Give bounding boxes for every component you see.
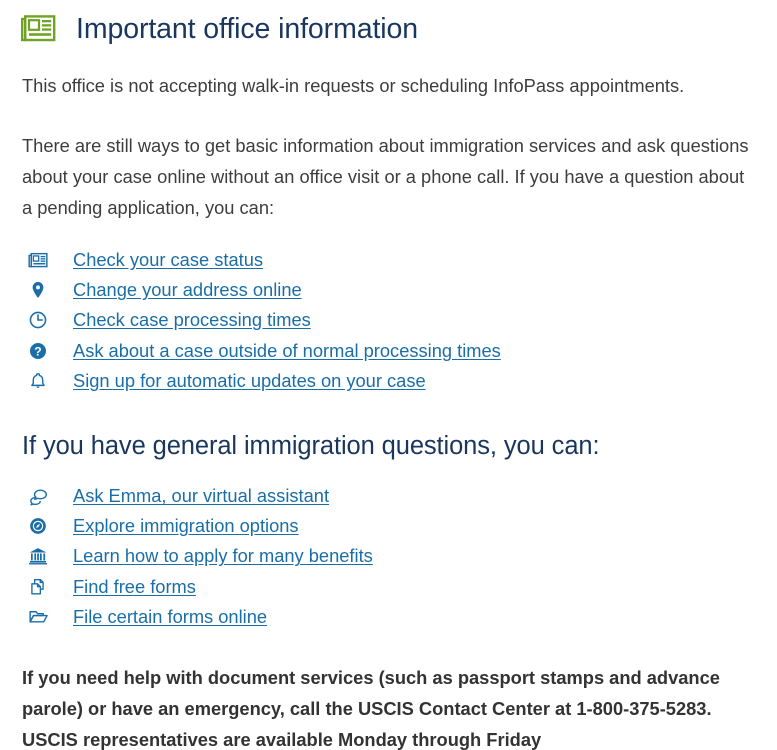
list-item[interactable]: Explore immigration options bbox=[0, 511, 777, 541]
link-ask-outside-processing-times[interactable]: Ask about a case outside of normal proce… bbox=[73, 339, 501, 363]
list-item[interactable]: Learn how to apply for many benefits bbox=[0, 541, 777, 571]
question-circle-icon: ? bbox=[28, 340, 52, 362]
contact-center-paragraph: If you need help with document services … bbox=[22, 666, 720, 750]
newspaper-icon bbox=[28, 249, 52, 271]
list-item[interactable]: File certain forms online bbox=[0, 602, 777, 632]
page-title: Important office information bbox=[76, 13, 419, 45]
newspaper-icon bbox=[20, 12, 58, 46]
map-pin-icon bbox=[28, 279, 52, 301]
page-header: Important office information bbox=[0, 0, 777, 46]
important-office-information-panel: Important office information This office… bbox=[0, 0, 777, 750]
link-processing-times[interactable]: Check case processing times bbox=[73, 308, 311, 332]
list-item[interactable]: ? Ask about a case outside of normal pro… bbox=[0, 336, 777, 366]
copy-documents-icon bbox=[28, 576, 52, 598]
link-explore-options[interactable]: Explore immigration options bbox=[73, 514, 299, 538]
link-check-case-status[interactable]: Check your case status bbox=[73, 248, 263, 272]
list-item[interactable]: Find free forms bbox=[0, 572, 777, 602]
list-item[interactable]: Ask Emma, our virtual assistant bbox=[0, 481, 777, 511]
chat-bubbles-icon bbox=[28, 485, 52, 507]
open-folder-icon bbox=[28, 606, 52, 628]
link-file-forms-online[interactable]: File certain forms online bbox=[73, 605, 267, 629]
link-change-address[interactable]: Change your address online bbox=[73, 278, 302, 302]
link-apply-benefits[interactable]: Learn how to apply for many benefits bbox=[73, 544, 373, 568]
list-item[interactable]: Change your address online bbox=[0, 275, 777, 305]
link-ask-emma[interactable]: Ask Emma, our virtual assistant bbox=[73, 484, 329, 508]
link-automatic-updates[interactable]: Sign up for automatic updates on your ca… bbox=[73, 369, 426, 393]
list-item[interactable]: Sign up for automatic updates on your ca… bbox=[0, 366, 777, 396]
general-links-list: Ask Emma, our virtual assistant Explore … bbox=[0, 481, 777, 632]
list-item[interactable]: Check case processing times bbox=[0, 305, 777, 335]
bell-icon bbox=[28, 370, 52, 392]
svg-text:?: ? bbox=[34, 344, 41, 358]
link-find-free-forms[interactable]: Find free forms bbox=[73, 575, 196, 599]
secondary-paragraph: There are still ways to get basic inform… bbox=[22, 135, 749, 218]
bank-building-icon bbox=[28, 545, 52, 567]
clock-icon bbox=[28, 309, 52, 331]
case-links-list: Check your case status Change your addre… bbox=[0, 245, 777, 396]
compass-icon bbox=[28, 515, 52, 537]
list-item[interactable]: Check your case status bbox=[0, 245, 777, 275]
intro-paragraph: This office is not accepting walk-in req… bbox=[22, 75, 685, 96]
general-questions-heading: If you have general immigration question… bbox=[22, 431, 600, 460]
